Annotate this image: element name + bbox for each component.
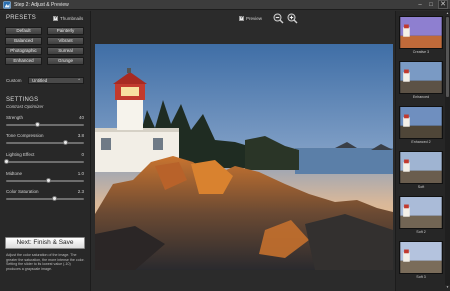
preset-balanced-button[interactable]: Balanced xyxy=(5,37,42,45)
thumbnail-image xyxy=(399,151,443,184)
preview-toggle[interactable]: ✓ Preview xyxy=(239,15,263,21)
thumbnail-label: Soft 2 xyxy=(416,230,426,234)
thumbnails-scrollbar-thumb[interactable] xyxy=(446,17,449,97)
preset-photographic-button[interactable]: Photographic xyxy=(5,47,42,55)
color-saturation-slider-thumb[interactable] xyxy=(51,196,57,201)
thumbnail-enhanced[interactable]: Enhanced xyxy=(399,61,443,101)
scroll-up-arrow-icon[interactable]: ▲ xyxy=(445,11,450,16)
thumbnail-label: Enhanced xyxy=(412,95,430,99)
lighting-effect-label: Lighting Effect xyxy=(6,152,35,157)
maximize-button[interactable]: □ xyxy=(427,1,435,9)
thumbnail-creative-3[interactable]: Creative 3 xyxy=(399,16,443,56)
thumbnail-soft-3[interactable]: Soft 3 xyxy=(399,241,443,281)
thumbnails-panel: ▲ ▼ Creative 3 Enhanced Enhanced 2 Soft … xyxy=(395,11,450,291)
lighthouse-photo xyxy=(95,44,393,270)
thumbnail-label: Creative 3 xyxy=(412,50,430,54)
thumbnail-image xyxy=(399,61,443,94)
preset-surreal-button[interactable]: Surreal xyxy=(47,47,84,55)
settings-heading: SETTINGS xyxy=(6,97,39,103)
preview-checkbox[interactable]: ✓ xyxy=(239,15,245,21)
lighting-effect-value: 0 xyxy=(81,152,84,157)
tone-compression-slider-thumb[interactable] xyxy=(62,140,68,145)
preset-vibrant-button[interactable]: Vibrant xyxy=(47,37,84,45)
strength-value: 40 xyxy=(78,115,84,120)
check-icon: ✓ xyxy=(240,15,245,21)
thumbnails-checkbox[interactable]: ✓ xyxy=(53,15,59,21)
midtone-slider[interactable] xyxy=(6,178,84,183)
thumbnail-image xyxy=(399,106,443,139)
thumbnail-image xyxy=(399,241,443,274)
lighting-effect-slider-thumb[interactable] xyxy=(3,159,9,164)
app-logo-icon xyxy=(3,1,11,9)
finish-and-save-button[interactable]: Next: Finish & Save xyxy=(5,237,85,249)
preview-image[interactable] xyxy=(95,44,393,270)
thumbnail-image xyxy=(399,16,443,49)
lighting-effect-slider[interactable] xyxy=(3,159,84,164)
preset-painterly-button[interactable]: Painterly xyxy=(47,27,84,35)
thumbnail-soft[interactable]: Soft xyxy=(399,151,443,191)
close-button[interactable]: ✕ xyxy=(438,0,448,9)
tone-compression-slider[interactable] xyxy=(6,140,84,145)
thumbnail-soft-2[interactable]: Soft 2 xyxy=(399,196,443,236)
chevron-updown-icon: ⌃ xyxy=(77,78,81,83)
preview-label: Preview xyxy=(246,16,263,21)
zoom-in-icon[interactable] xyxy=(287,13,298,24)
presets-heading: PRESETS xyxy=(6,15,37,21)
strength-label: Strength xyxy=(6,115,24,120)
strength-slider-thumb[interactable] xyxy=(34,122,40,127)
midtone-label: Midtone xyxy=(6,171,23,176)
midtone-slider-thumb[interactable] xyxy=(46,178,52,183)
settings-subtitle: Contrast Optimizer xyxy=(6,104,44,109)
custom-preset-select[interactable]: Untitled ⌃ xyxy=(28,77,84,84)
thumbnail-image xyxy=(399,196,443,229)
strength-slider[interactable] xyxy=(6,122,84,127)
thumbnail-label: Soft 3 xyxy=(416,275,426,279)
preset-grunge-button[interactable]: Grunge xyxy=(47,57,84,65)
color-saturation-value: 2.3 xyxy=(77,189,84,194)
scroll-down-arrow-icon[interactable]: ▼ xyxy=(445,285,450,290)
title-bar: Step 2: Adjust & Preview ‒ □ ✕ xyxy=(0,0,450,10)
window-title: Step 2: Adjust & Preview xyxy=(14,2,69,8)
thumbnail-enhanced-2[interactable]: Enhanced 2 xyxy=(399,106,443,146)
thumbnail-label: Soft xyxy=(417,185,425,189)
minimize-button[interactable]: ‒ xyxy=(416,1,424,9)
custom-preset-value: Untitled xyxy=(32,78,48,83)
thumbnails-toggle[interactable]: ✓ Thumbnails xyxy=(53,15,84,21)
thumbnail-label: Enhanced 2 xyxy=(411,140,431,144)
midtone-value: 1.0 xyxy=(77,171,84,176)
left-panel: PRESETS ✓ Thumbnails Default Painterly B… xyxy=(0,11,91,291)
color-saturation-label: Color Saturation xyxy=(6,189,39,194)
preset-enhanced-button[interactable]: Enhanced xyxy=(5,57,42,65)
help-text: Adjust the color saturation of the image… xyxy=(6,253,85,271)
tone-compression-value: 3.8 xyxy=(77,133,84,138)
thumbnails-label: Thumbnails xyxy=(60,16,84,21)
tone-compression-label: Tone Compression xyxy=(6,133,44,138)
preview-toolbar: ✓ Preview xyxy=(92,11,395,27)
zoom-out-icon[interactable] xyxy=(273,13,284,24)
custom-label: Custom xyxy=(6,78,22,83)
check-icon: ✓ xyxy=(54,15,59,21)
preset-default-button[interactable]: Default xyxy=(5,27,42,35)
color-saturation-slider[interactable] xyxy=(6,196,84,201)
